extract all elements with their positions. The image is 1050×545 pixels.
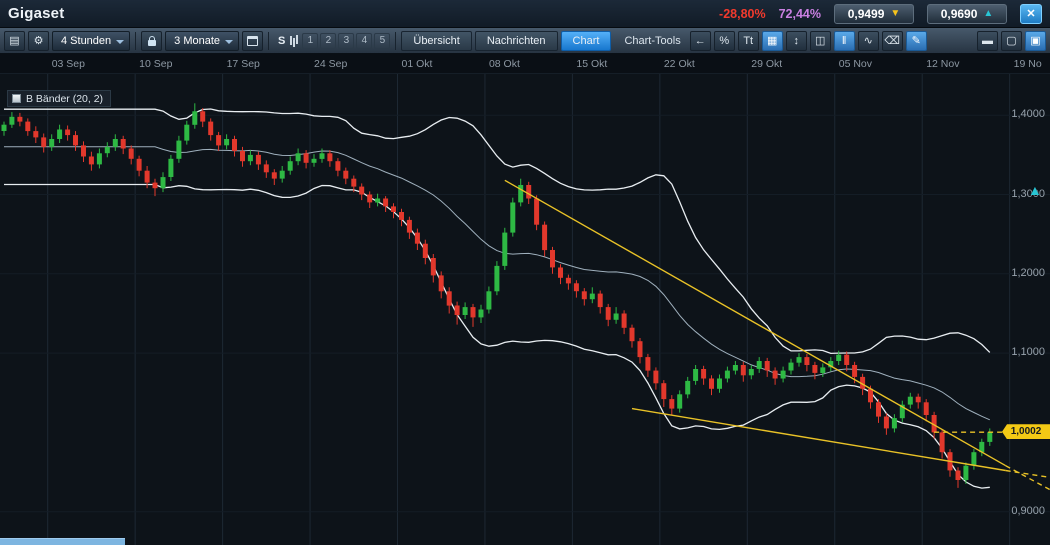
layout-button-1[interactable]: 1	[302, 33, 318, 49]
bid-price: 0,9499	[848, 7, 885, 21]
date-label: 01 Okt	[402, 58, 433, 70]
date-label: 03 Sep	[52, 58, 85, 70]
tab-übersicht[interactable]: Übersicht	[401, 31, 471, 51]
current-price-badge: 1,0002	[1002, 424, 1050, 439]
date-axis: 03 Sep 10 Sep 17 Sep 24 Sep 01 Okt 08 Okt 15 O…	[0, 54, 1050, 74]
interval-dropdown[interactable]: 4 Stunden	[52, 31, 130, 51]
range-value: 3 Monate	[174, 35, 220, 47]
toolbar-left-icons: ▤⚙	[4, 31, 49, 51]
calendar-icon	[247, 36, 258, 46]
page-title: Gigaset	[8, 5, 64, 22]
candlestick-series	[2, 103, 993, 488]
range-dropdown[interactable]: 3 Monate	[165, 31, 239, 51]
layout-button-4[interactable]: 4	[356, 33, 372, 49]
window-minimize-icon[interactable]: ▬	[977, 31, 998, 51]
layout-button-3[interactable]: 3	[338, 33, 354, 49]
ask-price-button[interactable]: 0,9690 ▲	[927, 4, 1007, 24]
chart-tools-label: Chart-Tools	[624, 35, 680, 47]
price-tick-label: 0,9000	[1011, 505, 1045, 517]
date-label: 24 Sep	[314, 58, 347, 70]
layout-button-2[interactable]: 2	[320, 33, 336, 49]
chart-tools-group: ←%Tt▦↕◫‖∿⌫✎	[690, 31, 927, 51]
toolbar-separator	[135, 32, 136, 50]
price-arrow-marker: ▲	[1028, 183, 1042, 197]
tab-nachrichten[interactable]: Nachrichten	[475, 31, 558, 51]
draw-tool-icon[interactable]: ✎	[906, 31, 927, 51]
arrow-down-icon: ▼	[890, 9, 900, 19]
date-label: 29 Okt	[751, 58, 782, 70]
date-label: 08 Okt	[489, 58, 520, 70]
background-window-edge	[0, 538, 125, 545]
arrow-up-icon: ▲	[983, 9, 993, 19]
date-label: 05 Nov	[839, 58, 872, 70]
date-label: 12 Nov	[926, 58, 959, 70]
price-tick-label: 1,2000	[1011, 267, 1045, 279]
window-header: Gigaset -28,80% 72,44% 0,9499 ▼ 0,9690 ▲…	[0, 0, 1050, 28]
tab-chart[interactable]: Chart	[561, 31, 612, 51]
change-percent: -28,80%	[719, 7, 766, 21]
toolbar-separator	[395, 32, 396, 50]
bid-price-button[interactable]: 0,9499 ▼	[834, 4, 914, 24]
current-price-value: 1,0002	[1011, 426, 1042, 437]
calendar-button[interactable]	[242, 31, 263, 51]
window-buttons-group: ▬▢▣	[977, 31, 1046, 51]
lock-button[interactable]	[141, 31, 162, 51]
view-tabs: ÜbersichtNachrichtenChart	[401, 31, 611, 51]
line-chart-tool-icon[interactable]: ∿	[858, 31, 879, 51]
date-label: 15 Okt	[576, 58, 607, 70]
secondary-percent: 72,44%	[779, 7, 821, 21]
window-restore-icon[interactable]: ▢	[1001, 31, 1022, 51]
bollinger-indicator-chip[interactable]: B Bänder (20, 2)	[7, 90, 111, 107]
candlestick-tool-icon[interactable]: ‖	[834, 31, 855, 51]
price-tick-label: 1,1000	[1011, 346, 1045, 358]
text-tool-icon[interactable]: Tt	[738, 31, 759, 51]
layout-s-label: S	[278, 35, 285, 47]
grid-tool-icon[interactable]: ▦	[762, 31, 783, 51]
mini-chart-icon	[290, 36, 292, 45]
indicator-chip-label: B Bänder (20, 2)	[26, 93, 103, 105]
indicator-chip-icon	[12, 94, 21, 103]
interval-value: 4 Stunden	[61, 35, 111, 47]
undo-tool-icon[interactable]: ←	[690, 31, 711, 51]
grid-view-icon[interactable]: ▤	[4, 31, 25, 51]
chart-area[interactable]: B Bänder (20, 2) 1,40001,30001,20001,100…	[0, 74, 1050, 545]
date-label: 19 No	[1014, 58, 1042, 70]
close-button[interactable]: ✕	[1020, 4, 1042, 24]
lock-icon	[148, 40, 156, 46]
toolbar-separator	[268, 32, 269, 50]
layout-button-5[interactable]: 5	[374, 33, 390, 49]
ask-price: 0,9690	[941, 7, 978, 21]
compare-tool-icon[interactable]: ◫	[810, 31, 831, 51]
header-right-cluster: -28,80% 72,44% 0,9499 ▼ 0,9690 ▲ ✕	[719, 4, 1042, 24]
price-tick-label: 1,4000	[1011, 108, 1045, 120]
date-label: 10 Sep	[139, 58, 172, 70]
percent-tool-icon[interactable]: %	[714, 31, 735, 51]
close-icon: ✕	[1026, 7, 1035, 20]
window-maximize-icon[interactable]: ▣	[1025, 31, 1046, 51]
eraser-tool-icon[interactable]: ⌫	[882, 31, 903, 51]
date-label: 22 Okt	[664, 58, 695, 70]
chart-toolbar: ▤⚙ 4 Stunden 3 Monate S 12345 ÜbersichtN…	[0, 28, 1050, 54]
indicator-tool-icon[interactable]: ↕	[786, 31, 807, 51]
settings-gear-icon[interactable]: ⚙	[28, 31, 49, 51]
layout-buttons-group: 12345	[302, 33, 390, 49]
bollinger-bands	[4, 109, 990, 488]
trendlines[interactable]	[505, 180, 1050, 496]
date-label: 17 Sep	[227, 58, 260, 70]
